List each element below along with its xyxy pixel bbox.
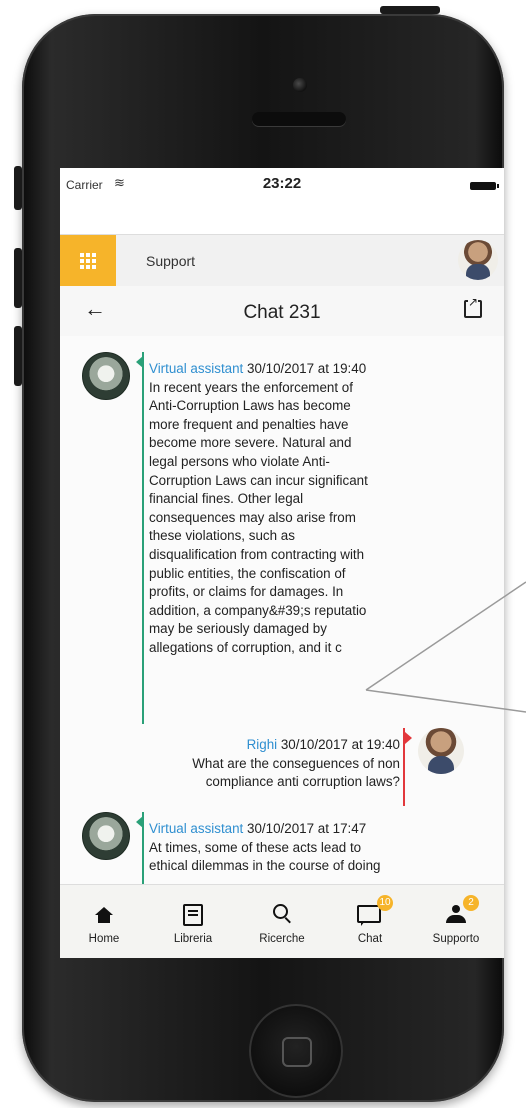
message-line: profits, or claims for damages. In — [149, 584, 344, 600]
message-bot-1: Virtual assistant 30/10/2017 at 19:40 In… — [149, 360, 419, 658]
volume-down-button — [14, 326, 22, 386]
message-line: compliance anti corruption laws? — [205, 774, 400, 790]
user-avatar — [418, 728, 464, 774]
section-title: Support — [146, 253, 196, 269]
battery-icon — [470, 182, 499, 190]
virtual-assistant-avatar — [82, 352, 130, 400]
message-timestamp: 30/10/2017 at 19:40 — [280, 737, 400, 752]
grid-icon — [80, 253, 96, 269]
message-line: financial fines. Other legal — [149, 491, 304, 507]
library-icon — [183, 904, 203, 926]
virtual-assistant-avatar — [82, 812, 130, 860]
message-line: Corruption Laws can incur significant — [149, 472, 368, 488]
nav-label: Home — [88, 933, 120, 945]
message-line: At times, some of these acts lead to — [149, 839, 362, 855]
nav-ricerche[interactable]: Ricerche — [242, 885, 322, 958]
status-time: 23:22 — [262, 175, 302, 192]
home-hardware-button[interactable] — [249, 1004, 343, 1098]
chat-icon — [357, 905, 381, 926]
message-line: public entities, the confiscation of — [149, 565, 346, 581]
message-line: disqualification from contracting with — [149, 546, 365, 562]
message-line: Anti-Corruption Laws has become — [149, 398, 351, 414]
message-line: become more severe. Natural and — [149, 435, 352, 451]
chat-title: Chat 231 — [243, 302, 321, 323]
front-camera — [293, 78, 307, 92]
chat-header: ← Chat 231 — [60, 286, 504, 337]
nav-home[interactable]: Home — [64, 885, 144, 958]
phone-screen: Carrier ≋ 23:22 Support ← Chat 231 Virtu… — [60, 168, 504, 958]
nav-label: Supporto — [432, 933, 480, 945]
message-bot-2: Virtual assistant 30/10/2017 at 17:47 At… — [149, 820, 429, 876]
nav-libreria[interactable]: Libreria — [153, 885, 233, 958]
search-icon — [273, 904, 288, 919]
message-sender[interactable]: Virtual assistant — [149, 361, 243, 376]
message-line: allegations of corruption, and it c — [149, 639, 342, 655]
message-list[interactable]: Virtual assistant 30/10/2017 at 19:40 In… — [60, 336, 504, 884]
message-line: What are the conseguences of non — [192, 755, 400, 771]
message-line: more frequent and penalties have — [149, 416, 349, 432]
message-line: ethical dilemmas in the course of doing — [149, 858, 381, 874]
message-line: may be seriously damaged by — [149, 621, 327, 637]
message-line: In recent years the enforcement of — [149, 379, 353, 395]
message-user-1: Righi 30/10/2017 at 19:40 What are the c… — [120, 736, 400, 792]
message-bar — [142, 352, 144, 724]
nav-label: Ricerche — [259, 933, 305, 945]
nav-label: Libreria — [173, 933, 213, 945]
message-line: consequences may also arise from — [149, 509, 356, 525]
message-timestamp: 30/10/2017 at 19:40 — [247, 361, 367, 376]
volume-up-button — [14, 248, 22, 308]
support-badge: 2 — [463, 895, 479, 911]
message-pointer — [405, 732, 412, 744]
message-sender[interactable]: Righi — [247, 737, 278, 752]
message-pointer — [136, 356, 143, 368]
status-bar: Carrier ≋ 23:22 — [60, 168, 504, 200]
message-line: these violations, such as — [149, 528, 295, 544]
top-bar: Support — [60, 234, 504, 287]
earpiece-speaker — [252, 112, 346, 126]
message-pointer — [136, 816, 143, 828]
message-line: addition, a company&#39;s reputatio — [149, 602, 367, 618]
mute-switch — [14, 166, 22, 210]
nav-label: Chat — [357, 933, 383, 945]
profile-avatar[interactable] — [458, 240, 498, 280]
chat-badge: 10 — [377, 895, 393, 911]
message-sender[interactable]: Virtual assistant — [149, 821, 243, 836]
apps-grid-button[interactable] — [60, 235, 116, 287]
power-button — [380, 6, 440, 14]
message-timestamp: 30/10/2017 at 17:47 — [247, 821, 367, 836]
open-external-icon[interactable] — [464, 296, 482, 318]
nav-chat[interactable]: 10 Chat — [330, 885, 410, 958]
message-line: legal persons who violate Anti- — [149, 453, 330, 469]
nav-supporto[interactable]: 2 Supporto — [416, 885, 496, 958]
bottom-navigation: Home Libreria Ricerche 10 Chat 2 Support… — [60, 884, 504, 958]
home-icon — [95, 907, 113, 923]
